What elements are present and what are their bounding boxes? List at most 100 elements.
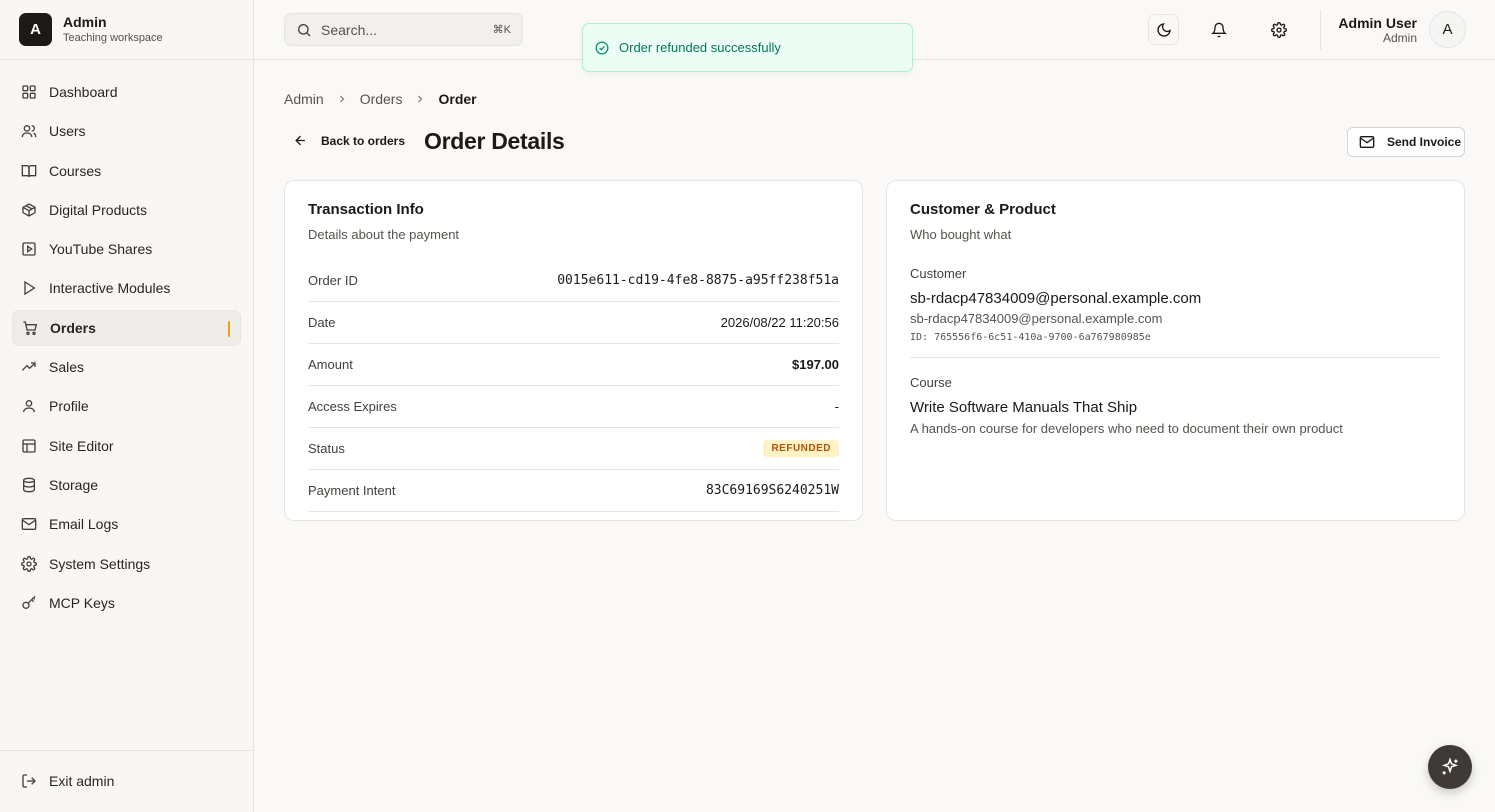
user-icon: [21, 398, 37, 414]
sidebar-item-mcp-keys[interactable]: MCP Keys: [12, 585, 241, 621]
card-subtitle: Details about the payment: [308, 227, 460, 242]
back-label: Back to orders: [321, 133, 406, 148]
check-circle-icon: [595, 41, 609, 55]
sidebar: A Admin Teaching workspace Dashboard Use…: [0, 0, 254, 812]
sidebar-item-sales[interactable]: Sales: [12, 349, 241, 385]
book-icon: [21, 163, 37, 179]
row-label: Payment Intent: [308, 483, 396, 498]
sidebar-item-label: Digital Products: [49, 201, 148, 218]
chevron-right-icon: [336, 93, 348, 105]
sidebar-item-dashboard[interactable]: Dashboard: [12, 74, 241, 110]
search-icon: [296, 22, 312, 38]
amount-row: Amount $197.00: [308, 344, 839, 386]
package-icon: [21, 202, 37, 218]
customer-email: sb-rdacp47834009@personal.example.com: [910, 311, 1163, 326]
sidebar-item-storage[interactable]: Storage: [12, 467, 241, 503]
key-icon: [21, 595, 37, 611]
sidebar-item-label: Users: [49, 123, 86, 140]
notifications-button[interactable]: [1203, 14, 1234, 45]
play-icon: [21, 280, 37, 296]
order-id-value: 0015e611-cd19-4fe8-8875-a95ff238f51a: [557, 273, 839, 288]
row-label: Status: [308, 441, 345, 456]
brand-name: Admin: [63, 14, 107, 31]
row-label: Date: [308, 315, 336, 330]
sidebar-item-label: System Settings: [49, 555, 151, 572]
sidebar-item-label: Email Logs: [49, 516, 119, 533]
amount-value: $197.00: [792, 357, 839, 372]
sidebar-item-label: Site Editor: [49, 437, 114, 454]
divider: [910, 357, 1441, 358]
user-menu[interactable]: Admin User Admin: [1338, 15, 1417, 46]
brand-logo: A: [19, 13, 52, 46]
ai-assistant-button[interactable]: [1428, 745, 1472, 789]
gear-icon: [21, 555, 37, 572]
sidebar-item-profile[interactable]: Profile: [12, 388, 241, 424]
course-label: Course: [910, 375, 952, 390]
search-input[interactable]: Search... ⌘K: [284, 13, 523, 46]
status-row: Status REFUNDED: [308, 428, 839, 470]
breadcrumb-orders[interactable]: Orders: [360, 91, 403, 107]
sidebar-item-users[interactable]: Users: [12, 113, 241, 149]
sidebar-item-label: MCP Keys: [49, 594, 115, 611]
exit-admin-label: Exit admin: [49, 773, 115, 789]
back-to-orders-button[interactable]: Back to orders: [293, 133, 405, 148]
access-expires-row: Access Expires -: [308, 386, 839, 428]
exit-admin-link[interactable]: Exit admin: [12, 763, 241, 799]
sidebar-item-email-logs[interactable]: Email Logs: [12, 506, 241, 542]
breadcrumb: Admin Orders Order: [284, 91, 477, 107]
access-expires-value: -: [834, 399, 839, 414]
send-invoice-button[interactable]: Send Invoice: [1347, 127, 1465, 157]
trending-up-icon: [21, 359, 37, 375]
sidebar-item-label: Dashboard: [49, 84, 118, 100]
row-label: Amount: [308, 357, 353, 372]
header-divider: [1320, 10, 1321, 50]
page-title: Order Details: [424, 128, 565, 154]
sidebar-item-label: YouTube Shares: [49, 241, 153, 258]
card-title: Transaction Info: [308, 201, 424, 218]
grid-icon: [21, 84, 37, 100]
sidebar-item-interactive-modules[interactable]: Interactive Modules: [12, 270, 241, 306]
breadcrumb-admin[interactable]: Admin: [284, 91, 324, 107]
search-shortcut: ⌘K: [492, 24, 511, 36]
sidebar-item-digital-products[interactable]: Digital Products: [12, 192, 241, 228]
card-subtitle: Who bought what: [910, 227, 1012, 242]
customer-label: Customer: [910, 266, 967, 281]
mail-icon: [21, 516, 37, 532]
brand-subtitle: Teaching workspace: [63, 32, 163, 45]
breadcrumb-current: Order: [438, 91, 477, 107]
chevron-right-icon: [414, 93, 426, 105]
bell-icon: [1210, 22, 1227, 38]
sidebar-item-courses[interactable]: Courses: [12, 153, 241, 189]
transaction-info-card: Transaction Info Details about the payme…: [284, 180, 863, 521]
row-label: Order ID: [308, 273, 358, 288]
row-label: Access Expires: [308, 399, 397, 414]
status-badge: REFUNDED: [763, 440, 839, 457]
sidebar-item-label: Sales: [49, 359, 85, 376]
sidebar-item-label: Courses: [49, 162, 102, 179]
brand: A Admin Teaching workspace: [0, 0, 253, 60]
database-icon: [21, 477, 37, 493]
avatar[interactable]: A: [1429, 11, 1466, 48]
course-description: A hands-on course for developers who nee…: [910, 421, 1343, 436]
transaction-rows: Order ID 0015e611-cd19-4fe8-8875-a95ff23…: [308, 260, 839, 512]
card-title: Customer & Product: [910, 201, 1056, 218]
sidebar-nav: Dashboard Users Courses Digital Products…: [0, 60, 253, 621]
sidebar-footer: Exit admin: [0, 750, 253, 812]
sidebar-item-system-settings[interactable]: System Settings: [12, 546, 241, 582]
theme-toggle-button[interactable]: [1148, 14, 1179, 45]
users-icon: [21, 123, 37, 139]
sparkles-icon: [1440, 757, 1460, 777]
mail-icon: [1359, 134, 1375, 150]
sidebar-item-label: Storage: [49, 476, 99, 493]
sidebar-item-youtube-shares[interactable]: YouTube Shares: [12, 231, 241, 267]
settings-button[interactable]: [1263, 14, 1294, 45]
course-title: Write Software Manuals That Ship: [910, 399, 1138, 416]
sidebar-item-orders[interactable]: Orders: [12, 309, 241, 346]
gear-icon: [1270, 21, 1287, 38]
sidebar-item-site-editor[interactable]: Site Editor: [12, 428, 241, 464]
date-value: 2026/08/22 11:20:56: [720, 315, 839, 330]
video-icon: [21, 241, 37, 257]
sidebar-item-label: Orders: [50, 319, 96, 336]
user-name: Admin User: [1338, 15, 1417, 31]
search-placeholder: Search...: [321, 21, 378, 38]
